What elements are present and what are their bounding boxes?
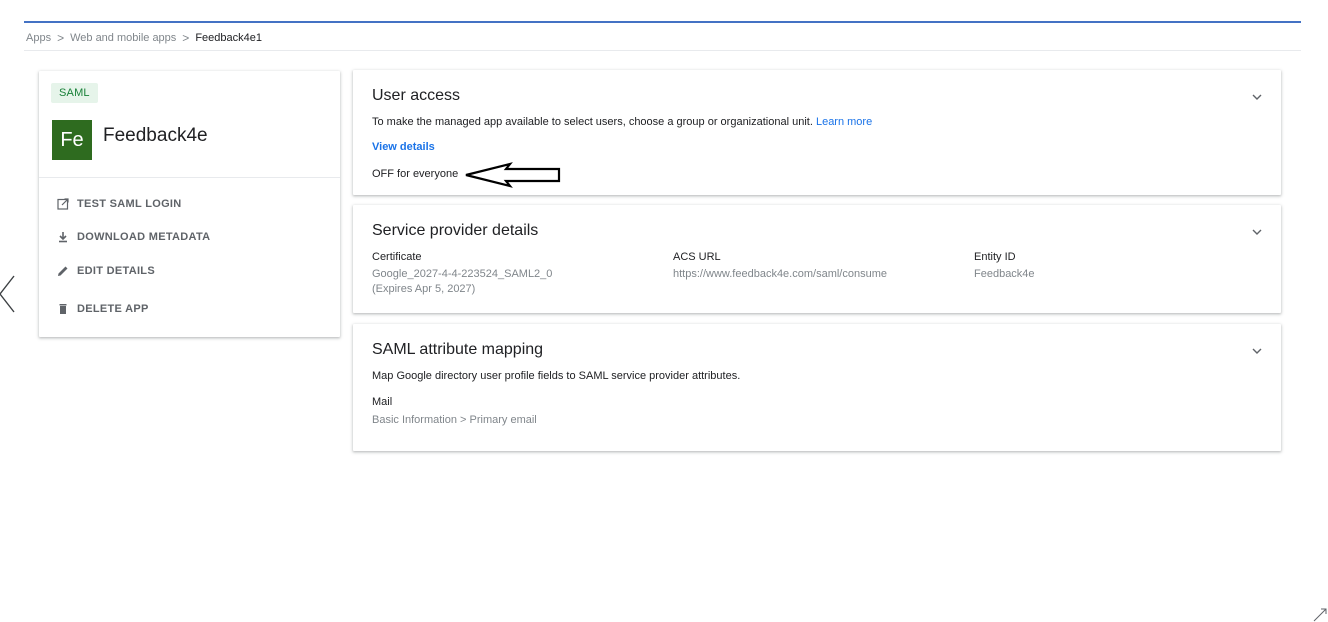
- attribute-mapping-card[interactable]: SAML attribute mapping Map Google direct…: [353, 324, 1281, 451]
- app-summary-card: SAML Fe Feedback4e TEST SAML LOGIN DOWNL…: [39, 71, 340, 337]
- chevron-down-icon[interactable]: [1251, 91, 1263, 103]
- learn-more-link[interactable]: Learn more: [816, 116, 872, 128]
- header-divider: [24, 21, 1301, 23]
- user-access-description-text: To make the managed app available to sel…: [372, 116, 813, 128]
- attribute-value: Basic Information > Primary email: [372, 414, 537, 426]
- open-in-new-icon: [57, 198, 69, 210]
- divider: [39, 177, 340, 178]
- user-access-title: User access: [372, 87, 461, 104]
- certificate-expiry: (Expires Apr 5, 2027): [372, 283, 476, 295]
- service-provider-card[interactable]: Service provider details Certificate Goo…: [353, 205, 1281, 313]
- breadcrumb: Apps > Web and mobile apps > Feedback4e1: [26, 30, 262, 46]
- attribute-mapping-title: SAML attribute mapping: [372, 341, 544, 358]
- entity-id-value: Feedback4e: [974, 268, 1035, 280]
- breadcrumb-current-app: Feedback4e1: [195, 32, 262, 44]
- chevron-down-icon[interactable]: [1251, 345, 1263, 357]
- breadcrumb-separator: >: [57, 31, 65, 45]
- certificate-label: Certificate: [372, 251, 422, 263]
- chevron-left-icon[interactable]: [0, 274, 18, 314]
- edit-details-label: EDIT DETAILS: [77, 265, 155, 277]
- test-saml-login-label: TEST SAML LOGIN: [77, 198, 182, 210]
- download-icon: [59, 232, 67, 243]
- acs-url-label: ACS URL: [673, 251, 721, 263]
- view-details-link[interactable]: View details: [372, 141, 435, 153]
- delete-app-button[interactable]: DELETE APP: [57, 303, 149, 315]
- entity-id-label: Entity ID: [974, 251, 1016, 263]
- resize-handle-icon[interactable]: [1311, 606, 1327, 622]
- trash-icon: [59, 304, 67, 314]
- download-metadata-label: DOWNLOAD METADATA: [77, 231, 211, 243]
- user-access-status: OFF for everyone: [372, 168, 459, 180]
- app-logo: Fe: [52, 120, 92, 160]
- app-name: Feedback4e: [103, 125, 208, 146]
- breadcrumb-apps[interactable]: Apps: [26, 32, 51, 44]
- service-provider-title: Service provider details: [372, 222, 539, 239]
- breadcrumb-separator: >: [182, 31, 190, 45]
- test-saml-login-button[interactable]: TEST SAML LOGIN: [57, 198, 182, 210]
- edit-details-button[interactable]: EDIT DETAILS: [57, 265, 155, 277]
- saml-type-badge: SAML: [51, 83, 98, 103]
- attribute-mapping-description: Map Google directory user profile fields…: [372, 370, 741, 382]
- download-metadata-button[interactable]: DOWNLOAD METADATA: [57, 231, 210, 243]
- certificate-value: Google_2027-4-4-223524_SAML2_0: [372, 268, 553, 280]
- pencil-icon: [58, 266, 68, 276]
- breadcrumb-web-mobile-apps[interactable]: Web and mobile apps: [70, 32, 176, 44]
- attribute-name: Mail: [372, 396, 393, 408]
- breadcrumb-divider: [24, 50, 1301, 51]
- chevron-down-icon[interactable]: [1251, 226, 1263, 238]
- delete-app-label: DELETE APP: [77, 303, 149, 315]
- arrow-annotation-icon: [465, 162, 561, 188]
- acs-url-value: https://www.feedback4e.com/saml/consume: [673, 268, 887, 280]
- user-access-description: To make the managed app available to sel…: [372, 116, 872, 128]
